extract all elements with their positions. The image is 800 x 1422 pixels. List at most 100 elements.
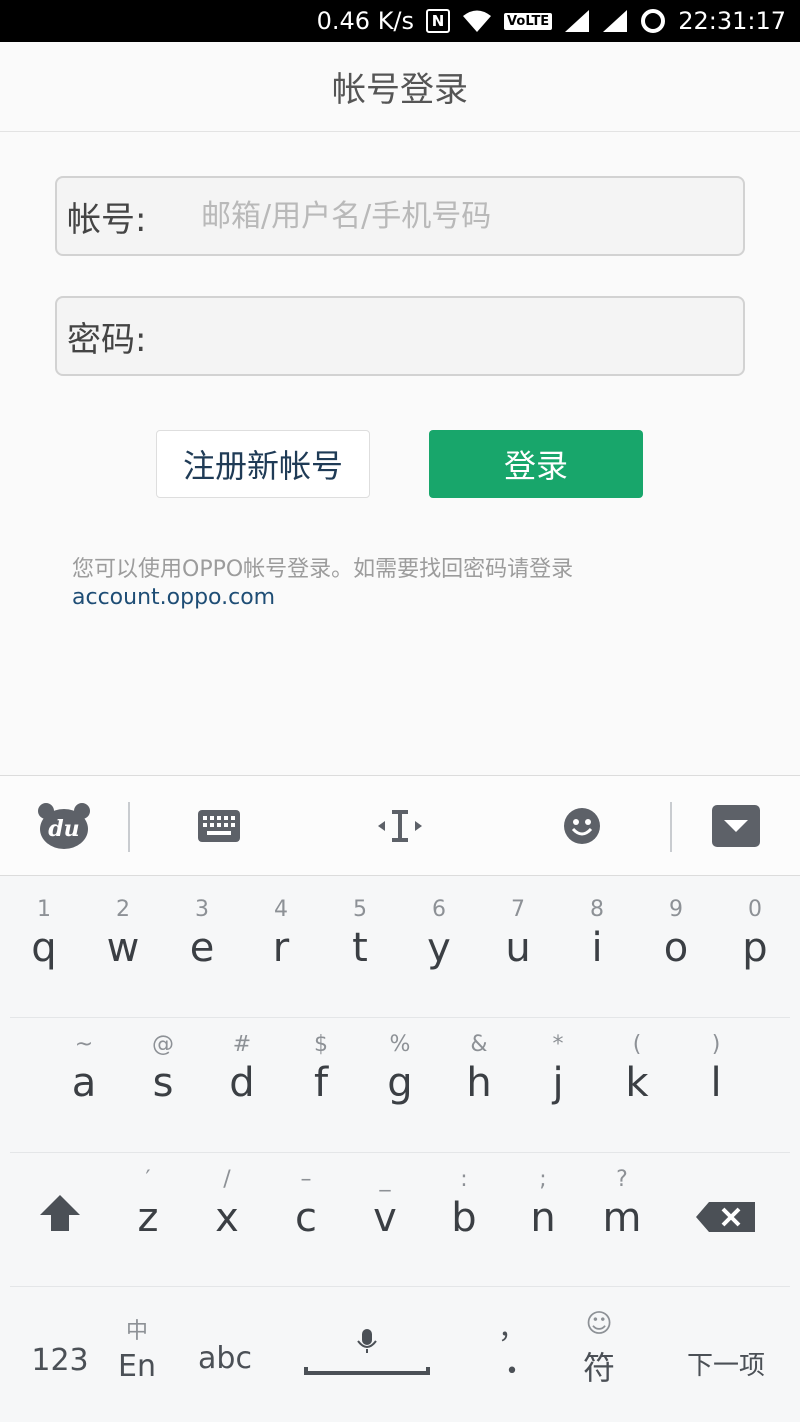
key-char: b <box>451 1195 477 1241</box>
key-char: s <box>152 1060 174 1106</box>
key-char: a <box>71 1060 97 1106</box>
signal-icon <box>564 9 590 33</box>
account-field[interactable]: 帐号: <box>55 176 745 256</box>
account-link[interactable]: account.oppo.com <box>72 584 573 612</box>
page-title-bar: 帐号登录 <box>0 42 800 132</box>
key-h[interactable]: & h <box>439 1030 519 1106</box>
key-hint: / <box>223 1167 231 1192</box>
key-f[interactable]: $ f <box>281 1030 361 1106</box>
key-char: f <box>313 1060 329 1106</box>
register-button[interactable]: 注册新帐号 <box>156 430 370 498</box>
key-char: g <box>387 1060 413 1106</box>
key-d[interactable]: # d <box>202 1030 282 1106</box>
hint-text: 您可以使用OPPO帐号登录。如需要找回密码请登录 <box>72 557 574 582</box>
key-z[interactable]: ′ z <box>108 1165 188 1241</box>
row-divider <box>10 1152 790 1153</box>
key-i[interactable]: 8i <box>557 895 637 971</box>
password-input[interactable] <box>187 318 743 354</box>
key-hint: _ <box>379 1167 391 1192</box>
language-top-label: 中 <box>125 1319 148 1344</box>
symbol-key[interactable]: ☺ 符 <box>572 1309 626 1389</box>
key-m[interactable]: ? m <box>582 1165 662 1241</box>
key-p[interactable]: 0p <box>715 895 795 971</box>
wifi-icon <box>462 9 492 33</box>
key-char: n <box>530 1195 556 1241</box>
login-hint: 您可以使用OPPO帐号登录。如需要找回密码请登录 account.oppo.co… <box>72 556 573 612</box>
key-v[interactable]: _ v <box>345 1165 425 1241</box>
key-hint: ? <box>616 1167 628 1192</box>
toolbar-divider-2 <box>670 802 672 852</box>
key-char: c <box>295 1195 317 1241</box>
key-char: q <box>31 925 57 971</box>
account-input[interactable] <box>187 198 743 234</box>
key-hint: % <box>389 1032 411 1057</box>
login-button[interactable]: 登录 <box>429 430 643 498</box>
key-char: z <box>137 1195 159 1241</box>
key-char: r <box>272 925 290 971</box>
key-char: p <box>742 925 768 971</box>
keyboard-toolbar: du <box>0 775 800 876</box>
key-hint: 6 <box>432 897 446 922</box>
backspace-key[interactable] <box>694 1201 758 1237</box>
row-divider <box>10 1286 790 1287</box>
abc-key[interactable]: abc <box>194 1341 256 1376</box>
soft-keyboard: du 1 q 2 w 3 e 4 r 5 t 6 y 7 u 8 i 9 o 0… <box>0 775 800 1422</box>
key-hint: 9 <box>669 897 683 922</box>
punctuation-key[interactable]: ， • <box>494 1307 530 1384</box>
key-k[interactable]: (k <box>597 1030 677 1106</box>
next-field-key[interactable]: 下一项 <box>676 1345 776 1382</box>
key-char: t <box>352 925 368 971</box>
key-hint: ; <box>539 1167 547 1192</box>
space-key[interactable] <box>302 1325 432 1381</box>
key-e[interactable]: 3e <box>162 895 242 971</box>
period-label: • <box>505 1359 519 1384</box>
key-char: i <box>591 925 603 971</box>
symbol-smile-icon: ☺ <box>585 1309 613 1339</box>
key-x[interactable]: / x <box>187 1165 267 1241</box>
page-title: 帐号登录 <box>332 70 468 110</box>
key-l[interactable]: ) l <box>676 1030 756 1106</box>
key-r[interactable]: 4r <box>241 895 321 971</box>
key-a[interactable]: ~ a <box>44 1030 124 1106</box>
key-o[interactable]: 9o <box>636 895 716 971</box>
emoji-icon[interactable] <box>562 802 602 850</box>
key-hint: * <box>552 1032 564 1057</box>
key-q[interactable]: 1q <box>4 895 84 971</box>
symbol-label: 符 <box>582 1349 615 1387</box>
key-hint: $ <box>314 1032 328 1057</box>
key-s[interactable]: @ s <box>123 1030 203 1106</box>
signal-icon-2 <box>602 9 628 33</box>
cursor-icon[interactable] <box>376 802 424 850</box>
key-b[interactable]: :b <box>424 1165 504 1241</box>
key-n[interactable]: ; n <box>503 1165 583 1241</box>
shift-key[interactable] <box>30 1193 90 1237</box>
key-char: d <box>229 1060 255 1106</box>
key-hint: ~ <box>74 1032 94 1057</box>
key-hint: 3 <box>195 897 209 922</box>
toolbar-divider <box>128 802 130 852</box>
key-hint: & <box>470 1032 488 1057</box>
clock: 22:31:17 <box>678 7 786 35</box>
numbers-key[interactable]: 123 <box>28 1343 92 1378</box>
key-hint: 8 <box>590 897 604 922</box>
key-c[interactable]: – c <box>266 1165 346 1241</box>
key-j[interactable]: * j <box>518 1030 598 1106</box>
key-u[interactable]: 7u <box>478 895 558 971</box>
keyboard-icon[interactable] <box>196 802 242 850</box>
du-logo-icon[interactable]: du <box>36 802 92 850</box>
key-w[interactable]: 2w <box>83 895 163 971</box>
key-char: h <box>466 1060 492 1106</box>
key-char: e <box>189 925 215 971</box>
language-key[interactable]: 中 En <box>110 1313 164 1384</box>
key-t[interactable]: 5t <box>320 895 400 971</box>
nfc-icon: N <box>426 9 451 33</box>
key-char: l <box>710 1060 722 1106</box>
hide-keyboard-icon[interactable] <box>710 802 762 850</box>
network-speed: 0.46 K/s <box>316 7 415 35</box>
password-field[interactable]: 密码: <box>55 296 745 376</box>
key-hint: ( <box>632 1032 642 1057</box>
key-hint: : <box>460 1167 468 1192</box>
key-y[interactable]: 6y <box>399 895 479 971</box>
key-char: j <box>552 1060 564 1106</box>
key-g[interactable]: % g <box>360 1030 440 1106</box>
